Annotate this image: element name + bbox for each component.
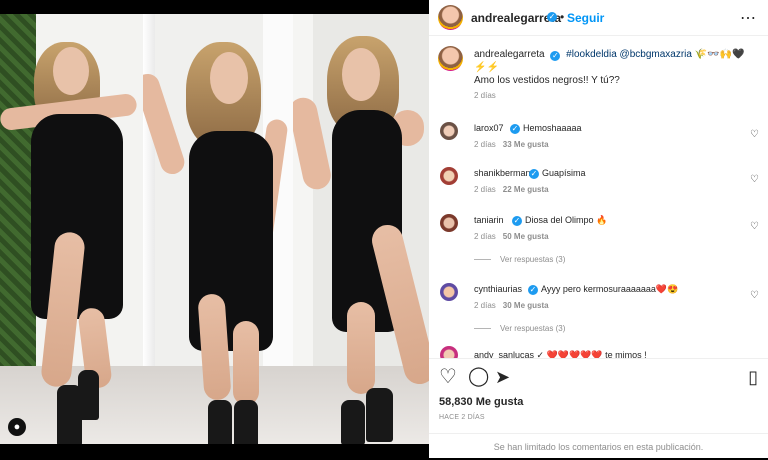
follow-button[interactable]: Seguir	[567, 11, 604, 25]
comment-like-heart-icon[interactable]: ♡	[750, 129, 759, 140]
comment-row: cynthiaurias ✓ Ayyy pero kermosuraaaaaaa…	[429, 279, 768, 323]
comment-meta: 2 días 33 Me gusta	[474, 140, 549, 149]
comment-like-heart-icon[interactable]: ♡	[750, 174, 759, 185]
caption-time: 2 días	[474, 91, 496, 100]
verified-icon: ✓	[512, 216, 522, 226]
comment-row: shanikberman ✓ Guapísima 2 días 22 Me gus…	[429, 163, 768, 207]
comment-avatar[interactable]	[440, 167, 458, 185]
comment-text: Ayyy pero kermosuraaaaaaa❤️😍	[541, 284, 679, 294]
caption-line-three: Amo los vestidos negros!! Y tú??	[474, 75, 620, 86]
comment-text: Hemoshaaaaa	[523, 123, 582, 133]
comment-username[interactable]: taniarin	[474, 215, 504, 225]
likes-count[interactable]: 58,830 Me gusta	[439, 396, 523, 408]
post-time: HACE 2 DÍAS	[439, 414, 485, 421]
comment-text: Guapísima	[542, 168, 586, 178]
profile-avatar[interactable]	[438, 5, 463, 30]
comment-meta: 2 días 50 Me gusta	[474, 232, 549, 241]
comment-icon[interactable]: ◯	[468, 367, 489, 387]
user-tag-icon[interactable]: ●	[8, 418, 26, 436]
caption: andrealegarreta ✓ #lookdeldia @bcbgmaxaz…	[429, 36, 768, 108]
photo-panel-right	[293, 14, 429, 444]
comment-meta: 2 días 30 Me gusta	[474, 301, 549, 310]
verified-icon: ✓	[510, 124, 520, 134]
comment-row: taniarin ✓ Diosa del Olimpo 🔥 2 días 50 M…	[429, 210, 768, 254]
photo-panel-center	[143, 14, 293, 444]
comment-avatar[interactable]	[440, 283, 458, 301]
comment-like-heart-icon[interactable]: ♡	[750, 221, 759, 232]
share-icon[interactable]: ➤	[495, 367, 510, 387]
comment-meta: 2 días 22 Me gusta	[474, 185, 549, 194]
comments-limited-message: Se han limitado los comentarios en esta …	[429, 433, 768, 460]
caption-text: andrealegarreta ✓ #lookdeldia @bcbgmaxaz…	[474, 48, 759, 87]
view-replies-button[interactable]: Ver respuestas (3)	[474, 255, 565, 264]
photo-panel-left: ●	[0, 14, 143, 444]
post-details-panel: andrealegarreta ✓ • Seguir ⋯ andrealegar…	[429, 0, 768, 458]
comments-list[interactable]: andrealegarreta ✓ #lookdeldia @bcbgmaxaz…	[429, 36, 768, 358]
caption-avatar[interactable]	[438, 46, 463, 71]
comment-like-heart-icon[interactable]: ♡	[750, 290, 759, 301]
partial-comment-avatar[interactable]	[440, 346, 458, 358]
comment-username[interactable]: shanikberman	[474, 168, 531, 178]
view-replies-button[interactable]: Ver respuestas (3)	[474, 324, 565, 333]
partial-comment-row: andy_sanlucas ✓ ❤️❤️❤️❤️❤️ te mimos !	[474, 350, 647, 358]
instagram-post-modal: ● andrealegarreta ✓ • Seguir ⋯ andrealeg…	[0, 0, 768, 458]
caption-tags[interactable]: #lookdeldia @bcbgmaxazria 🌾👓🙌🖤	[566, 49, 744, 60]
comment-avatar[interactable]	[440, 214, 458, 232]
comment-row: larox07 ✓ Hemoshaaaaa 2 días 33 Me gusta …	[429, 118, 768, 162]
more-options-icon[interactable]: ⋯	[740, 8, 756, 28]
comment-text: Diosa del Olimpo 🔥	[525, 215, 608, 225]
post-header: andrealegarreta ✓ • Seguir ⋯	[429, 0, 768, 36]
bookmark-icon[interactable]: ▯	[748, 367, 758, 387]
comment-username[interactable]: cynthiaurias	[474, 284, 522, 294]
comment-avatar[interactable]	[440, 122, 458, 140]
caption-line-two: ⚡⚡	[474, 62, 499, 73]
verified-icon: ✓	[547, 12, 557, 22]
verified-icon: ✓	[550, 51, 561, 61]
comment-username[interactable]: larox07	[474, 123, 504, 133]
post-photo-collage[interactable]: ●	[0, 14, 429, 444]
separator-dot: •	[560, 10, 565, 24]
verified-icon: ✓	[528, 285, 538, 295]
verified-icon: ✓	[529, 169, 539, 179]
heart-icon[interactable]: ♡	[439, 367, 457, 387]
post-actions: ♡ ◯ ➤ ▯ 58,830 Me gusta HACE 2 DÍAS Se h…	[429, 358, 768, 459]
caption-username[interactable]: andrealegarreta	[474, 49, 545, 60]
